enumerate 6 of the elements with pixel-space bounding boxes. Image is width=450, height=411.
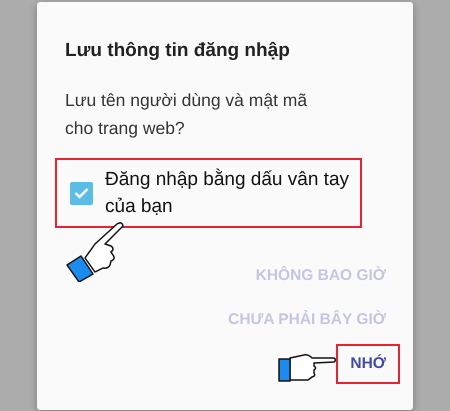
check-icon: [74, 187, 89, 199]
checkbox[interactable]: [70, 182, 93, 204]
dialog-button[interactable]: NHỚ: [336, 344, 400, 384]
dialog-title: Lưu thông tin đăng nhập: [65, 39, 291, 63]
checkbox-label: Đăng nhập bằng dấu vân tay của bạn: [105, 168, 350, 219]
dialog-message: Lưu tên người dùng và mật mã cho trang web?: [65, 89, 308, 140]
